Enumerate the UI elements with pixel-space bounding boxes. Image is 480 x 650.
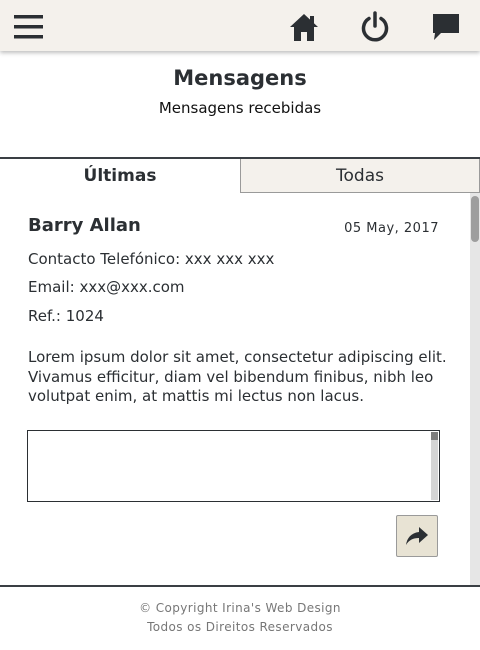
reply-field-container xyxy=(27,430,440,502)
power-icon[interactable] xyxy=(360,11,390,42)
footer: © Copyright Irina's Web Design Todos os … xyxy=(0,585,480,650)
reply-scrollbar-thumb[interactable] xyxy=(431,432,438,440)
top-navigation-bar xyxy=(0,0,480,51)
content-scrollbar-thumb[interactable] xyxy=(471,196,479,242)
reply-scrollbar-track[interactable] xyxy=(431,432,438,500)
page-title: Mensagens xyxy=(173,66,307,90)
message-date: 05 May, 2017 xyxy=(344,221,439,236)
message-panel: Barry Allan 05 May, 2017 Contacto Telefó… xyxy=(0,193,470,585)
contact-email: Email: xxx@xxx.com xyxy=(28,278,185,296)
rights-text: Todos os Direitos Reservados xyxy=(147,620,333,634)
message-reference: Ref.: 1024 xyxy=(28,307,104,325)
reply-field[interactable] xyxy=(28,431,439,501)
home-icon[interactable] xyxy=(289,12,319,42)
tab-all[interactable]: Todas xyxy=(240,159,480,193)
share-arrow-icon xyxy=(406,527,428,545)
message-body: Lorem ipsum dolor sit amet, consectetur … xyxy=(28,348,447,405)
message-tabs: Últimas Todas xyxy=(0,157,480,193)
copyright-text: © Copyright Irina's Web Design xyxy=(139,601,341,615)
contact-phone: Contacto Telefónico: xxx xxx xxx xyxy=(28,250,275,268)
menu-icon[interactable] xyxy=(14,12,43,42)
send-reply-button[interactable] xyxy=(396,515,438,557)
tab-latest[interactable]: Últimas xyxy=(0,159,240,193)
chat-icon[interactable] xyxy=(431,12,461,42)
content-scrollbar-track[interactable] xyxy=(470,193,480,585)
page-subtitle: Mensagens recebidas xyxy=(158,99,322,117)
sender-name: Barry Allan xyxy=(28,215,141,236)
